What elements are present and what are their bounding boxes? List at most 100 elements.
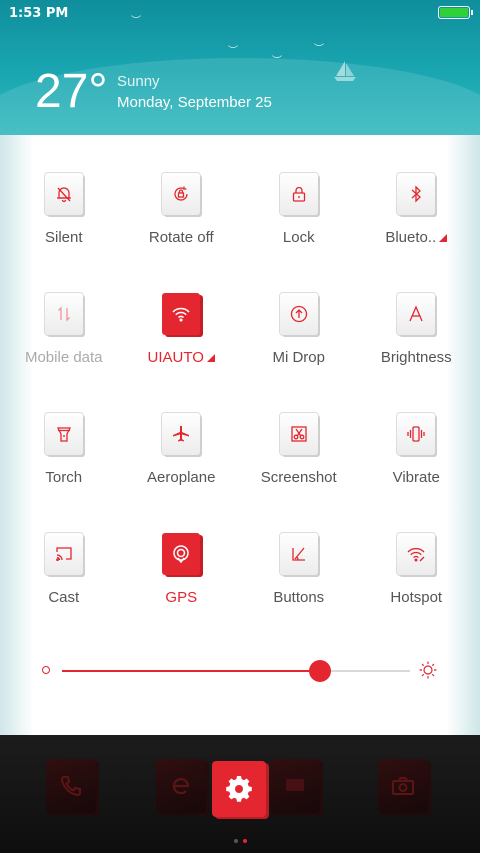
bluetooth-icon bbox=[411, 185, 422, 203]
status-bar: 1:53 PM bbox=[0, 0, 480, 28]
camera-icon bbox=[392, 777, 414, 795]
tile-aeroplane[interactable]: Aeroplane bbox=[123, 403, 241, 523]
tile-brightness-button[interactable] bbox=[397, 293, 436, 335]
browser-icon bbox=[172, 778, 190, 795]
tile-label: UIAUTO bbox=[148, 349, 215, 366]
temperature: 27° bbox=[35, 65, 108, 118]
browser-app[interactable] bbox=[156, 759, 206, 813]
tile-vibrate[interactable]: Vibrate bbox=[358, 403, 476, 523]
tile-label: GPS bbox=[165, 589, 198, 606]
tile-label-text: Blueto.. bbox=[385, 229, 437, 246]
tile-label: Blueto.. bbox=[385, 229, 448, 246]
location-icon bbox=[173, 545, 189, 564]
tile-torch[interactable]: Torch bbox=[5, 403, 123, 523]
page-indicator bbox=[0, 839, 480, 843]
tile-buttons-button[interactable] bbox=[279, 533, 318, 575]
bird-icon: ︶ bbox=[314, 44, 324, 55]
vibrate-icon bbox=[407, 426, 425, 442]
bird-icon: ︶ bbox=[131, 16, 141, 27]
tile-torch-button[interactable] bbox=[44, 413, 83, 455]
tile-mobile-data[interactable]: Mobile data bbox=[5, 283, 123, 403]
status-time: 1:53 PM bbox=[9, 6, 69, 21]
toggle-grid: Silent Rotate off Lock Blueto.. Mobile d… bbox=[5, 163, 475, 643]
tile-label: Brightness bbox=[380, 349, 452, 366]
tile-cast-button[interactable] bbox=[44, 533, 83, 575]
padlock-icon bbox=[292, 186, 305, 202]
brightness-slider[interactable] bbox=[40, 660, 440, 682]
battery-icon bbox=[438, 6, 473, 19]
tile-label-text: UIAUTO bbox=[147, 349, 204, 366]
upload-circle-icon bbox=[290, 305, 307, 323]
slider-fill bbox=[62, 670, 320, 672]
camera-app[interactable] bbox=[378, 759, 428, 813]
tile-buttons[interactable]: Buttons bbox=[240, 523, 358, 643]
airplane-icon bbox=[173, 426, 190, 442]
cast-icon bbox=[55, 547, 72, 562]
tile-gps[interactable]: GPS bbox=[123, 523, 241, 643]
brightness-high-icon bbox=[419, 661, 437, 679]
tile-bluetooth-button[interactable] bbox=[397, 173, 436, 215]
tile-vibrate-button[interactable] bbox=[397, 413, 436, 455]
expand-corner-icon[interactable] bbox=[439, 234, 448, 242]
tile-rotate-off[interactable]: Rotate off bbox=[123, 163, 241, 283]
weather-date: Monday, September 25 bbox=[117, 94, 272, 111]
hotspot-icon bbox=[407, 547, 425, 562]
tile-mi-drop-button[interactable] bbox=[279, 293, 318, 335]
weather-header: 1:53 PM ︶ ︶ ︶ ︶ 27° Sunny Monday, Septem… bbox=[0, 0, 480, 135]
tile-label: Lock bbox=[282, 229, 315, 246]
settings-icon bbox=[226, 776, 252, 802]
tile-wifi[interactable]: UIAUTO bbox=[123, 283, 241, 403]
tile-hotspot[interactable]: Hotspot bbox=[358, 523, 476, 643]
phone-app[interactable] bbox=[46, 759, 96, 813]
tile-label: Screenshot bbox=[260, 469, 337, 486]
tile-lock-button[interactable] bbox=[279, 173, 318, 215]
brightness-low-icon bbox=[42, 666, 50, 674]
tile-silent-button[interactable] bbox=[44, 173, 83, 215]
rotation-lock-icon bbox=[174, 186, 188, 201]
tile-label: Mobile data bbox=[24, 349, 103, 366]
weather-condition: Sunny bbox=[117, 73, 160, 90]
phone-icon bbox=[60, 776, 81, 797]
data-arrows-icon bbox=[57, 306, 70, 322]
tile-wifi-button[interactable] bbox=[162, 293, 201, 335]
expand-corner-icon[interactable] bbox=[206, 354, 215, 362]
tile-screenshot[interactable]: Screenshot bbox=[240, 403, 358, 523]
tile-label: Mi Drop bbox=[272, 349, 325, 366]
tile-label: Aeroplane bbox=[147, 469, 216, 486]
slider-track[interactable] bbox=[62, 660, 410, 682]
messages-icon bbox=[286, 779, 304, 791]
tile-label: Vibrate bbox=[392, 469, 440, 486]
tile-lock[interactable]: Lock bbox=[240, 163, 358, 283]
settings-app[interactable] bbox=[212, 761, 266, 817]
tile-rotate-off-button[interactable] bbox=[162, 173, 201, 215]
app-dock bbox=[0, 735, 480, 853]
tile-cast[interactable]: Cast bbox=[5, 523, 123, 643]
wifi-icon bbox=[172, 307, 190, 322]
page-dot[interactable] bbox=[233, 839, 238, 843]
page-dot-active[interactable] bbox=[242, 839, 247, 843]
messages-app[interactable] bbox=[270, 759, 320, 813]
bird-icon: ︶ bbox=[272, 56, 282, 67]
bird-icon: ︶ bbox=[228, 46, 238, 57]
letter-a-icon bbox=[409, 305, 423, 322]
tile-gps-button[interactable] bbox=[162, 533, 201, 575]
slider-thumb[interactable] bbox=[308, 660, 331, 682]
tile-label: Cast bbox=[48, 589, 80, 606]
tile-label: Hotspot bbox=[390, 589, 443, 606]
quick-settings-panel: Silent Rotate off Lock Blueto.. Mobile d… bbox=[0, 135, 480, 735]
tile-label: Torch bbox=[45, 469, 83, 486]
tile-brightness[interactable]: Brightness bbox=[358, 283, 476, 403]
tile-hotspot-button[interactable] bbox=[397, 533, 436, 575]
bell-off-icon bbox=[56, 187, 71, 203]
tile-silent[interactable]: Silent bbox=[5, 163, 123, 283]
scissors-icon bbox=[291, 426, 307, 442]
tile-mi-drop[interactable]: Mi Drop bbox=[240, 283, 358, 403]
buttons-icon bbox=[292, 547, 305, 561]
tile-mobile-data-button[interactable] bbox=[44, 293, 83, 335]
tile-aeroplane-button[interactable] bbox=[162, 413, 201, 455]
sailboat-icon bbox=[334, 61, 356, 81]
tile-screenshot-button[interactable] bbox=[279, 413, 318, 455]
tile-label: Buttons bbox=[273, 589, 325, 606]
tile-bluetooth[interactable]: Blueto.. bbox=[358, 163, 476, 283]
flashlight-icon bbox=[56, 427, 71, 442]
